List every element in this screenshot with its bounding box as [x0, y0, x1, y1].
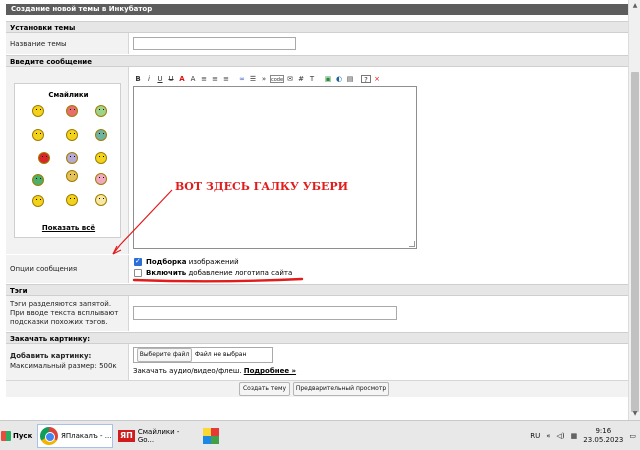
opt1-bold: Подборка — [146, 258, 187, 266]
opt2-text: добавление логотипа сайта — [188, 269, 293, 277]
file-input: Выберите файл Файл не выбран — [133, 347, 273, 363]
resize-handle[interactable] — [409, 241, 415, 247]
notification-icon[interactable]: ▭ — [629, 432, 636, 440]
smiley-icon[interactable] — [95, 105, 107, 117]
max-size-label: Максимальный размер: 500к — [10, 362, 117, 370]
smiley-icon[interactable] — [32, 129, 44, 141]
chevron-up-icon[interactable]: « — [546, 432, 550, 440]
network-icon[interactable]: ▦ — [571, 432, 578, 440]
smilies-title: Смайлики — [48, 91, 89, 99]
create-topic-button[interactable]: Создать тему — [239, 382, 290, 396]
smiley-icon[interactable] — [66, 170, 78, 182]
option-site-logo[interactable]: Включить добавление логотипа сайта — [134, 269, 292, 277]
yaplakal-icon: ЯП — [118, 430, 135, 442]
code-icon[interactable]: code — [270, 75, 284, 83]
start-button[interactable]: Пуск — [1, 427, 33, 445]
align-center-button[interactable]: ≡ — [210, 74, 220, 84]
choose-file-button[interactable]: Выберите файл — [137, 348, 192, 362]
smiley-icon[interactable] — [66, 129, 78, 141]
taskbar-item-browser[interactable]: ЯПлакалъ - ... — [37, 424, 113, 448]
topic-name-label: Название темы — [10, 40, 67, 48]
clock[interactable]: 9:16 23.05.2023 — [583, 427, 623, 445]
help-icon[interactable]: ? — [361, 75, 371, 84]
start-label: Пуск — [13, 432, 33, 440]
scroll-thumb[interactable] — [631, 72, 639, 412]
opt1-text: изображений — [188, 258, 239, 266]
form-header: Создание новой темы в Инкубатор — [6, 4, 628, 15]
clock-time: 9:16 — [595, 427, 612, 435]
rubiks-cube-icon — [203, 428, 219, 444]
options-label: Опции сообщения — [10, 265, 78, 273]
smilies-panel: Смайлики Показать всё — [14, 83, 121, 238]
underline-button[interactable]: U — [155, 74, 165, 84]
taskbar-item-browser-label: ЯПлакалъ - ... — [61, 432, 112, 440]
no-file-text: Файл не выбран — [195, 351, 247, 358]
smiley-icon[interactable] — [66, 194, 78, 206]
mail-icon[interactable]: ✉ — [285, 74, 295, 84]
more-link[interactable]: Подробнее » — [244, 367, 296, 375]
image-selection-checkbox[interactable] — [134, 257, 142, 266]
section-upload: Закачать картинку: — [6, 332, 628, 344]
clock-date: 23.05.2023 — [583, 436, 624, 444]
smiley-icon[interactable] — [95, 194, 107, 206]
sound-icon[interactable]: ◁) — [557, 432, 565, 440]
language-indicator[interactable]: RU — [530, 432, 540, 440]
windows-logo-icon — [1, 431, 11, 441]
font-size-button[interactable]: A — [188, 74, 198, 84]
taskbar: Пуск ЯПлакалъ - ... ЯП Смайлики - Go... … — [0, 420, 640, 450]
tags-hint: Тэги разделяются запятой. При вводе текс… — [10, 300, 119, 326]
smiley-icon[interactable] — [66, 152, 78, 164]
taskbar-item-cube[interactable] — [201, 424, 223, 448]
align-left-button[interactable]: ≡ — [199, 74, 209, 84]
show-all-smilies-link[interactable]: Показать всё — [15, 224, 122, 232]
system-tray: RU « ◁) ▦ 9:16 23.05.2023 ▭ — [530, 421, 636, 450]
scroll-down-icon[interactable]: ▼ — [631, 410, 639, 418]
smiley-icon[interactable] — [95, 152, 107, 164]
text-icon[interactable]: T — [307, 74, 317, 84]
table-icon[interactable]: ▤ — [345, 74, 355, 84]
clear-icon[interactable]: × — [372, 74, 382, 84]
smiley-icon[interactable] — [32, 174, 44, 186]
image-icon[interactable]: ▣ — [323, 74, 333, 84]
quote-icon[interactable]: » — [259, 74, 269, 84]
link-icon[interactable]: ∞ — [237, 74, 247, 84]
preview-button[interactable]: Предварительный просмотр — [293, 382, 389, 396]
media-icon[interactable]: ◐ — [334, 74, 344, 84]
section-message: Введите сообщение — [6, 55, 628, 67]
smiley-icon[interactable] — [32, 195, 44, 207]
browser-page: Создание новой темы в Инкубатор Установк… — [0, 0, 628, 408]
topic-name-input[interactable] — [133, 37, 296, 50]
smiley-icon[interactable] — [95, 129, 107, 141]
audio-upload-text: Закачать аудио/видео/флеш. — [133, 367, 242, 375]
chrome-icon — [40, 427, 58, 445]
vertical-scrollbar[interactable]: ▲ ▼ — [628, 0, 640, 420]
list-icon[interactable]: ☰ — [248, 74, 258, 84]
align-right-button[interactable]: ≡ — [221, 74, 231, 84]
opt2-bold: Включить — [146, 269, 187, 277]
section-settings: Установки темы — [6, 21, 628, 33]
option-image-selection[interactable]: Подборка изображений — [134, 257, 239, 266]
tags-input[interactable] — [133, 306, 397, 320]
audio-upload-row: Закачать аудио/видео/флеш. Подробнее » — [133, 367, 296, 375]
taskbar-item-smilies-label: Смайлики - Go... — [137, 428, 180, 444]
smiley-icon[interactable] — [38, 152, 50, 164]
site-logo-checkbox[interactable] — [134, 269, 142, 277]
section-tags: Тэги — [6, 284, 628, 296]
bold-button[interactable]: B — [133, 74, 143, 84]
hash-icon[interactable]: # — [296, 74, 306, 84]
font-color-button[interactable]: A — [177, 74, 187, 84]
message-textarea[interactable] — [133, 86, 417, 249]
add-image-label: Добавить картинку: — [10, 352, 92, 360]
strike-button[interactable]: U — [166, 74, 176, 84]
scroll-up-icon[interactable]: ▲ — [631, 2, 639, 10]
annotation-text: ВОТ ЗДЕСЬ ГАЛКУ УБЕРИ — [175, 180, 349, 193]
smiley-icon[interactable] — [32, 105, 44, 117]
taskbar-item-smilies[interactable]: ЯП Смайлики - Go... — [116, 424, 196, 448]
editor-toolbar: B i U U A A ≡ ≡ ≡ ∞ ☰ » code ✉ # T ▣ ◐ ▤… — [133, 73, 417, 85]
italic-button[interactable]: i — [144, 74, 154, 84]
smiley-icon[interactable] — [66, 105, 78, 117]
smiley-icon[interactable] — [95, 173, 107, 185]
